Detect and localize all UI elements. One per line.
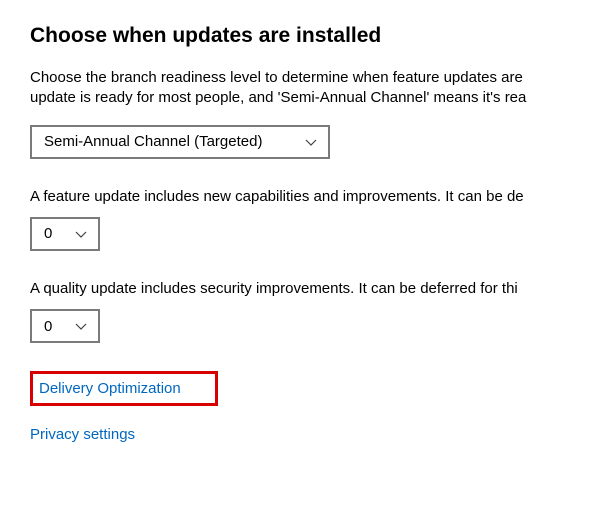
quality-update-defer-dropdown[interactable]: 0	[30, 309, 100, 343]
quality-update-text: A quality update includes security impro…	[30, 279, 574, 299]
quality-update-defer-value: 0	[44, 318, 52, 335]
chevron-down-icon	[74, 319, 88, 333]
feature-update-text: A feature update includes new capabiliti…	[30, 187, 574, 207]
intro-line-1: Choose the branch readiness level to det…	[30, 69, 523, 86]
feature-update-defer-value: 0	[44, 225, 52, 242]
privacy-settings-link[interactable]: Privacy settings	[30, 426, 135, 443]
delivery-optimization-highlight: Delivery Optimization	[30, 371, 218, 406]
intro-line-2: update is ready for most people, and 'Se…	[30, 89, 526, 106]
delivery-optimization-link[interactable]: Delivery Optimization	[39, 380, 181, 397]
feature-update-defer-dropdown[interactable]: 0	[30, 217, 100, 251]
branch-readiness-value: Semi-Annual Channel (Targeted)	[44, 133, 262, 150]
intro-text: Choose the branch readiness level to det…	[30, 68, 574, 109]
chevron-down-icon	[304, 135, 318, 149]
branch-readiness-dropdown[interactable]: Semi-Annual Channel (Targeted)	[30, 125, 330, 159]
page-title: Choose when updates are installed	[30, 24, 574, 48]
chevron-down-icon	[74, 227, 88, 241]
